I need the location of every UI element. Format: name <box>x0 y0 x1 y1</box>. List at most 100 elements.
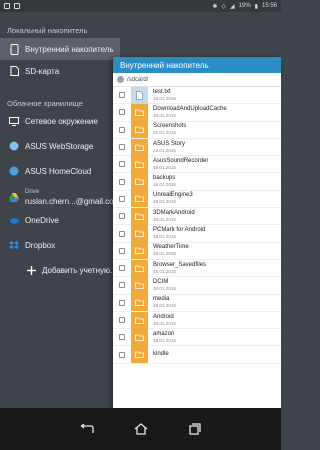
drawer-item-asus-webstorage[interactable]: ASUS WebStorage <box>0 135 120 157</box>
file-row[interactable]: Android 18.01.2015 <box>113 311 281 330</box>
file-row[interactable]: test.txt 18.01.2015 <box>113 86 281 105</box>
folder-icon <box>131 242 148 260</box>
drawer-item-onedrive[interactable]: OneDrive <box>0 209 120 231</box>
drawer-item-asus-homecloud[interactable]: ASUS HomeCloud <box>0 160 120 182</box>
file-checkbox[interactable] <box>119 247 125 254</box>
file-checkbox[interactable] <box>119 265 125 272</box>
network-icon <box>9 116 19 126</box>
file-date: 18.01.2015 <box>153 251 176 257</box>
file-checkbox[interactable] <box>119 317 125 323</box>
folder-icon <box>131 155 148 173</box>
file-text: DCIM 18.01.2015 <box>153 279 176 292</box>
drive-icon <box>9 192 19 202</box>
folder-icon <box>131 207 148 225</box>
file-text: amazon 18.01.2015 <box>153 331 176 344</box>
sd-card-icon <box>9 66 19 76</box>
drawer-item-internal-storage[interactable]: Внутренний накопитель <box>0 38 120 60</box>
dropbox-icon <box>9 240 19 250</box>
folder-icon <box>131 328 148 346</box>
file-checkbox[interactable] <box>119 144 125 151</box>
folder-icon <box>131 294 148 312</box>
file-name: 3DMarkAndroid <box>153 209 195 216</box>
file-row[interactable]: backups 18.01.2015 <box>113 173 281 191</box>
file-text: test.txt 18.01.2015 <box>153 89 176 102</box>
drawer-item-google-drive[interactable]: Drive ruslan.chern...@gmail.com <box>0 185 120 209</box>
folder-icon <box>131 225 148 243</box>
battery-percent: 19% <box>238 3 251 9</box>
file-row[interactable]: ASUS Story 22.01.2015 <box>113 138 281 157</box>
drawer-item-dropbox[interactable]: Dropbox <box>0 234 120 256</box>
file-text: AsusSoundRecorder 18.01.2015 <box>153 158 208 171</box>
app-root: ✱ ◇ ◢ 19% ▮ 15:56 Локальный накопитель В… <box>0 0 281 450</box>
file-name: backups <box>153 175 176 182</box>
mute-icon: ◇ <box>221 3 227 10</box>
drawer-item-label: SD-карта <box>25 66 60 76</box>
file-row[interactable]: Screenshots 22.01.2015 <box>113 121 281 139</box>
file-date: 18.01.2015 <box>153 303 176 309</box>
section-label-local: Локальный накопитель <box>7 26 88 35</box>
file-row[interactable]: amazon 18.01.2015 <box>113 328 281 347</box>
file-row[interactable]: Browser_Savedfiles 18.01.2015 <box>113 259 281 278</box>
file-name: test.txt <box>153 88 171 95</box>
webstorage-icon <box>9 141 19 151</box>
document-icon <box>131 86 148 104</box>
breadcrumb[interactable]: /sdcard/ <box>113 73 281 87</box>
drawer-item-label: Сетевое окружение <box>25 116 98 126</box>
file-checkbox[interactable] <box>119 126 125 133</box>
onedrive-icon <box>9 215 19 225</box>
file-row[interactable]: kindle <box>113 346 281 364</box>
file-date: 18.01.2015 <box>153 320 176 326</box>
drawer-item-label: Добавить учетную... <box>42 265 117 275</box>
homecloud-icon <box>9 166 19 176</box>
file-text: 3DMarkAndroid 18.01.2015 <box>153 210 195 223</box>
file-row[interactable]: media 18.01.2015 <box>113 294 281 312</box>
file-text: Screenshots 22.01.2015 <box>153 123 186 136</box>
file-date: 22.01.2015 <box>153 147 176 153</box>
folder-icon <box>131 311 148 329</box>
file-checkbox[interactable] <box>119 178 125 185</box>
file-checkbox[interactable] <box>119 213 125 220</box>
drawer-item-add-account[interactable]: Добавить учетную... <box>0 259 120 281</box>
drive-labels: Drive ruslan.chern...@gmail.com <box>25 188 120 206</box>
file-checkbox[interactable] <box>119 161 125 168</box>
file-checkbox[interactable] <box>119 299 125 306</box>
navigation-bar <box>0 408 281 450</box>
file-name: AsusSoundRecorder <box>153 157 209 164</box>
file-name: ASUS Story <box>153 140 186 147</box>
file-name: amazon <box>153 330 175 337</box>
recent-apps-button[interactable] <box>188 422 202 436</box>
clock: 15:56 <box>261 3 277 9</box>
drawer-item-network[interactable]: Сетевое окружение <box>0 110 120 132</box>
file-name: PCMark for Android <box>153 227 206 234</box>
folder-icon <box>131 121 148 139</box>
file-date: 18.01.2015 <box>153 268 176 274</box>
file-row[interactable]: PCMark for Android 18.01.2015 <box>113 225 281 243</box>
file-row[interactable]: WeatherTime 18.01.2015 <box>113 242 281 260</box>
file-row[interactable]: 3DMarkAndroid 18.01.2015 <box>113 207 281 226</box>
file-name: Browser_Savedfiles <box>153 261 207 268</box>
back-button[interactable] <box>79 422 94 436</box>
file-checkbox[interactable] <box>119 109 125 116</box>
file-checkbox[interactable] <box>119 195 125 202</box>
file-checkbox[interactable] <box>119 282 125 289</box>
file-row[interactable]: DownloadAndUploadCache 18.01.2015 <box>113 103 281 122</box>
file-text: DownloadAndUploadCache 18.01.2015 <box>153 106 227 119</box>
wifi-icon: ◢ <box>230 3 235 10</box>
file-date: 18.01.2015 <box>153 337 176 343</box>
file-row[interactable]: UnrealEngine3 18.01.2015 <box>113 190 281 209</box>
drawer-item-sd-card[interactable]: SD-карта <box>0 60 120 82</box>
file-checkbox[interactable] <box>119 351 125 358</box>
folder-icon <box>131 346 148 364</box>
home-button[interactable] <box>134 422 148 436</box>
file-date: 18.01.2015 <box>153 164 176 170</box>
drawer-item-label: ASUS WebStorage <box>25 141 94 151</box>
file-checkbox[interactable] <box>119 92 125 99</box>
drive-title: Drive <box>25 189 40 195</box>
file-text: Android 18.01.2015 <box>153 314 176 327</box>
file-row[interactable]: AsusSoundRecorder 18.01.2015 <box>113 155 281 174</box>
file-checkbox[interactable] <box>119 334 125 341</box>
folder-icon <box>131 276 148 294</box>
file-text: UnrealEngine3 18.01.2015 <box>153 192 193 205</box>
file-checkbox[interactable] <box>119 230 125 237</box>
file-row[interactable]: DCIM 18.01.2015 <box>113 276 281 295</box>
